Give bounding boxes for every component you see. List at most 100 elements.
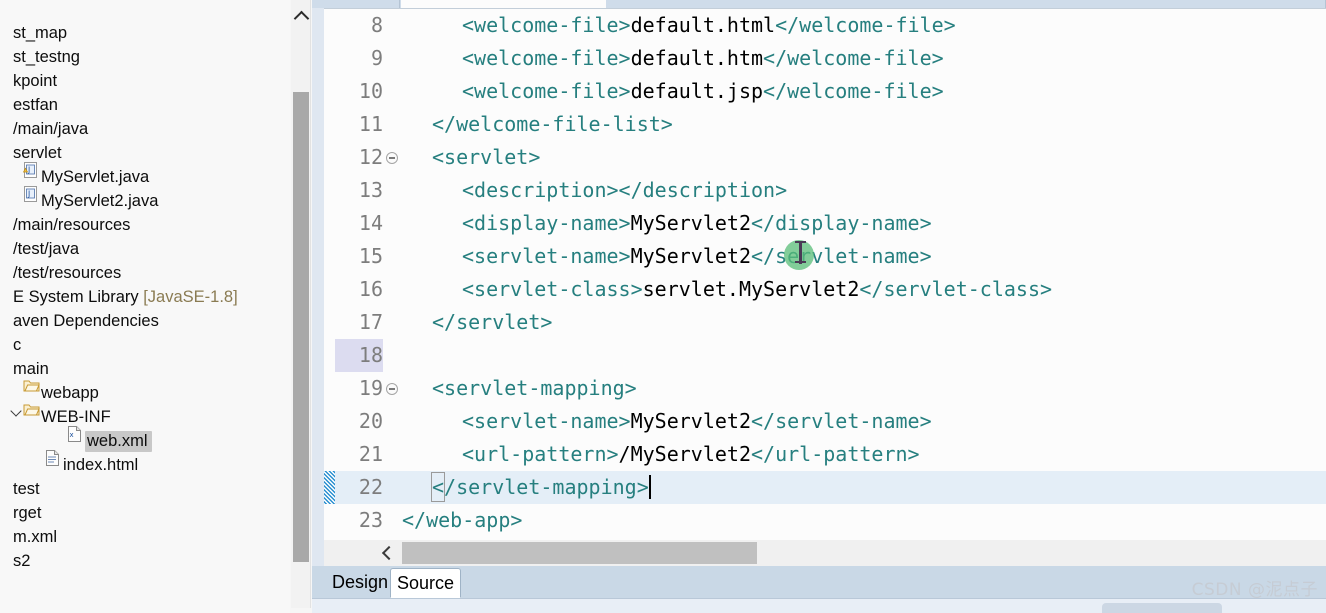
code-line[interactable]: 15 <servlet-name>MyServlet2</servlet-name… (324, 240, 1326, 273)
tree-item[interactable]: rget (0, 494, 290, 522)
fold-collapse-icon[interactable] (386, 152, 398, 164)
source-editor[interactable]: 8 <welcome-file>default.html</welcome-fil… (324, 8, 1326, 540)
line-number: 21 (358, 442, 383, 466)
code-line[interactable]: 19 <servlet-mapping> (324, 372, 1326, 405)
tree-item[interactable]: estfan (0, 86, 290, 114)
code-text: <servlet-mapping> (432, 372, 637, 405)
line-number: 16 (358, 277, 383, 301)
editor-tab-partial-2[interactable] (607, 0, 1326, 8)
tree-item[interactable]: x web.xml (0, 422, 290, 452)
tree-item[interactable]: /test/java (0, 230, 290, 258)
editor-tab-web-xml[interactable] (401, 0, 606, 8)
html-file-icon (45, 446, 63, 470)
tree-item[interactable]: WEB-INF (0, 398, 290, 426)
code-span: default.htm (630, 46, 764, 70)
tree-item[interactable]: J MyServlet2.java (0, 182, 290, 210)
code-lines[interactable]: 8 <welcome-file>default.html</welcome-fil… (324, 9, 1326, 537)
code-line[interactable]: 18 (324, 339, 1326, 372)
tab-source[interactable]: Source (390, 568, 462, 598)
editor-horizontal-scrollbar[interactable] (324, 540, 1326, 566)
editor-page-tabs[interactable]: Design Source (312, 566, 1326, 598)
tree-item[interactable]: servlet (0, 134, 290, 162)
line-number: 12 (358, 145, 383, 169)
code-line[interactable]: 22 </servlet-mapping> (324, 471, 1326, 504)
tree-item[interactable]: /main/resources (0, 206, 290, 234)
code-line[interactable]: 14 <display-name>MyServlet2</display-name… (324, 207, 1326, 240)
line-number: 11 (358, 112, 383, 136)
matching-bracket: < (431, 472, 446, 502)
tree-item[interactable]: kpoint (0, 62, 290, 90)
code-line[interactable]: 12 <servlet> (324, 141, 1326, 174)
tree-item[interactable]: index.html (0, 446, 290, 474)
code-line[interactable]: 13 <description></description> (324, 174, 1326, 207)
code-text: <servlet-name>MyServlet2</servlet-name> (462, 405, 932, 438)
tree-item[interactable]: st_testng (0, 38, 290, 66)
line-number: 14 (358, 211, 383, 235)
tree-item[interactable]: aven Dependencies (0, 302, 290, 330)
tree-item[interactable]: st_map (0, 14, 290, 42)
svg-text:J: J (27, 166, 30, 175)
code-span: <servlet-name> (462, 409, 631, 433)
code-line[interactable]: 11 </welcome-file-list> (324, 108, 1326, 141)
tree-item[interactable]: webapp (0, 374, 290, 402)
tab-design[interactable]: Design (326, 568, 394, 598)
code-span: MyServlet2 (630, 409, 751, 433)
bottom-view-tab[interactable] (1102, 603, 1222, 613)
editor-tab-strip[interactable] (312, 0, 1326, 8)
code-text: <description></description> (462, 174, 787, 207)
line-number: 13 (358, 178, 383, 202)
code-line[interactable]: 20 <servlet-name>MyServlet2</servlet-name… (324, 405, 1326, 438)
code-text: <url-pattern>/MyServlet2</url-pattern> (462, 438, 920, 471)
explorer-vertical-scrollbar[interactable] (291, 0, 311, 608)
chevron-down-icon[interactable] (10, 398, 23, 422)
code-line[interactable]: 17 </servlet> (324, 306, 1326, 339)
tree-item[interactable]: s2 (0, 542, 290, 570)
code-text: </servlet> (432, 306, 552, 339)
code-span: /MyServlet2 (618, 442, 751, 466)
code-line[interactable]: 9 <welcome-file>default.htm</welcome-file… (324, 42, 1326, 75)
package-explorer-panel[interactable]: st_map st_testng kpoint estfan/main/java ser… (0, 0, 290, 613)
code-line[interactable]: 8 <welcome-file>default.html</welcome-fil… (324, 9, 1326, 42)
chevron-left-icon[interactable] (376, 540, 398, 566)
line-number: 17 (358, 310, 383, 334)
hscrollbar-thumb[interactable] (402, 542, 757, 564)
line-change-marker (324, 471, 335, 504)
tree-item[interactable]: main (0, 350, 290, 378)
code-line[interactable]: 16 <servlet-class>servlet.MyServlet2</ser… (324, 273, 1326, 306)
tree-item[interactable]: /test/resources (0, 254, 290, 282)
code-text: </web-app> (402, 504, 522, 537)
svg-text:J: J (27, 190, 30, 199)
tree-item[interactable]: m.xml (0, 518, 290, 546)
code-line[interactable]: 10 <welcome-file>default.jsp</welcome-fil… (324, 75, 1326, 108)
tree-item-label: s2 (13, 552, 31, 570)
code-line[interactable]: 23 </web-app> (324, 504, 1326, 537)
tree-item[interactable]: test (0, 470, 290, 498)
code-span: </servlet-class> (859, 277, 1053, 301)
tree-item[interactable]: c (0, 326, 290, 354)
line-number: 18 (335, 339, 383, 372)
code-span: </welcome-file-list> (432, 112, 673, 136)
tree-item[interactable]: /main/java (0, 110, 290, 138)
code-span: servlet.MyServlet2 (642, 277, 860, 301)
chevron-up-icon[interactable] (291, 0, 311, 30)
code-span: </web-app> (402, 508, 523, 532)
editor-tab-partial-1[interactable] (312, 0, 400, 8)
code-line[interactable]: 21 <url-pattern>/MyServlet2</url-pattern> (324, 438, 1326, 471)
tree-item[interactable]: E System Library [JavaSE-1.8] (0, 278, 290, 306)
scrollbar-thumb[interactable] (293, 92, 309, 562)
eclipse-ide-window: st_map st_testng kpoint estfan/main/java ser… (0, 0, 1326, 613)
code-text: </welcome-file-list> (432, 108, 673, 141)
tree-item[interactable]: J MyServlet.java (0, 158, 290, 186)
tree-item[interactable] (0, 0, 290, 14)
line-number: 9 (370, 46, 383, 70)
code-span: default.jsp (630, 79, 764, 103)
bottom-view-strip (312, 598, 1326, 613)
fold-collapse-icon[interactable] (386, 383, 398, 395)
